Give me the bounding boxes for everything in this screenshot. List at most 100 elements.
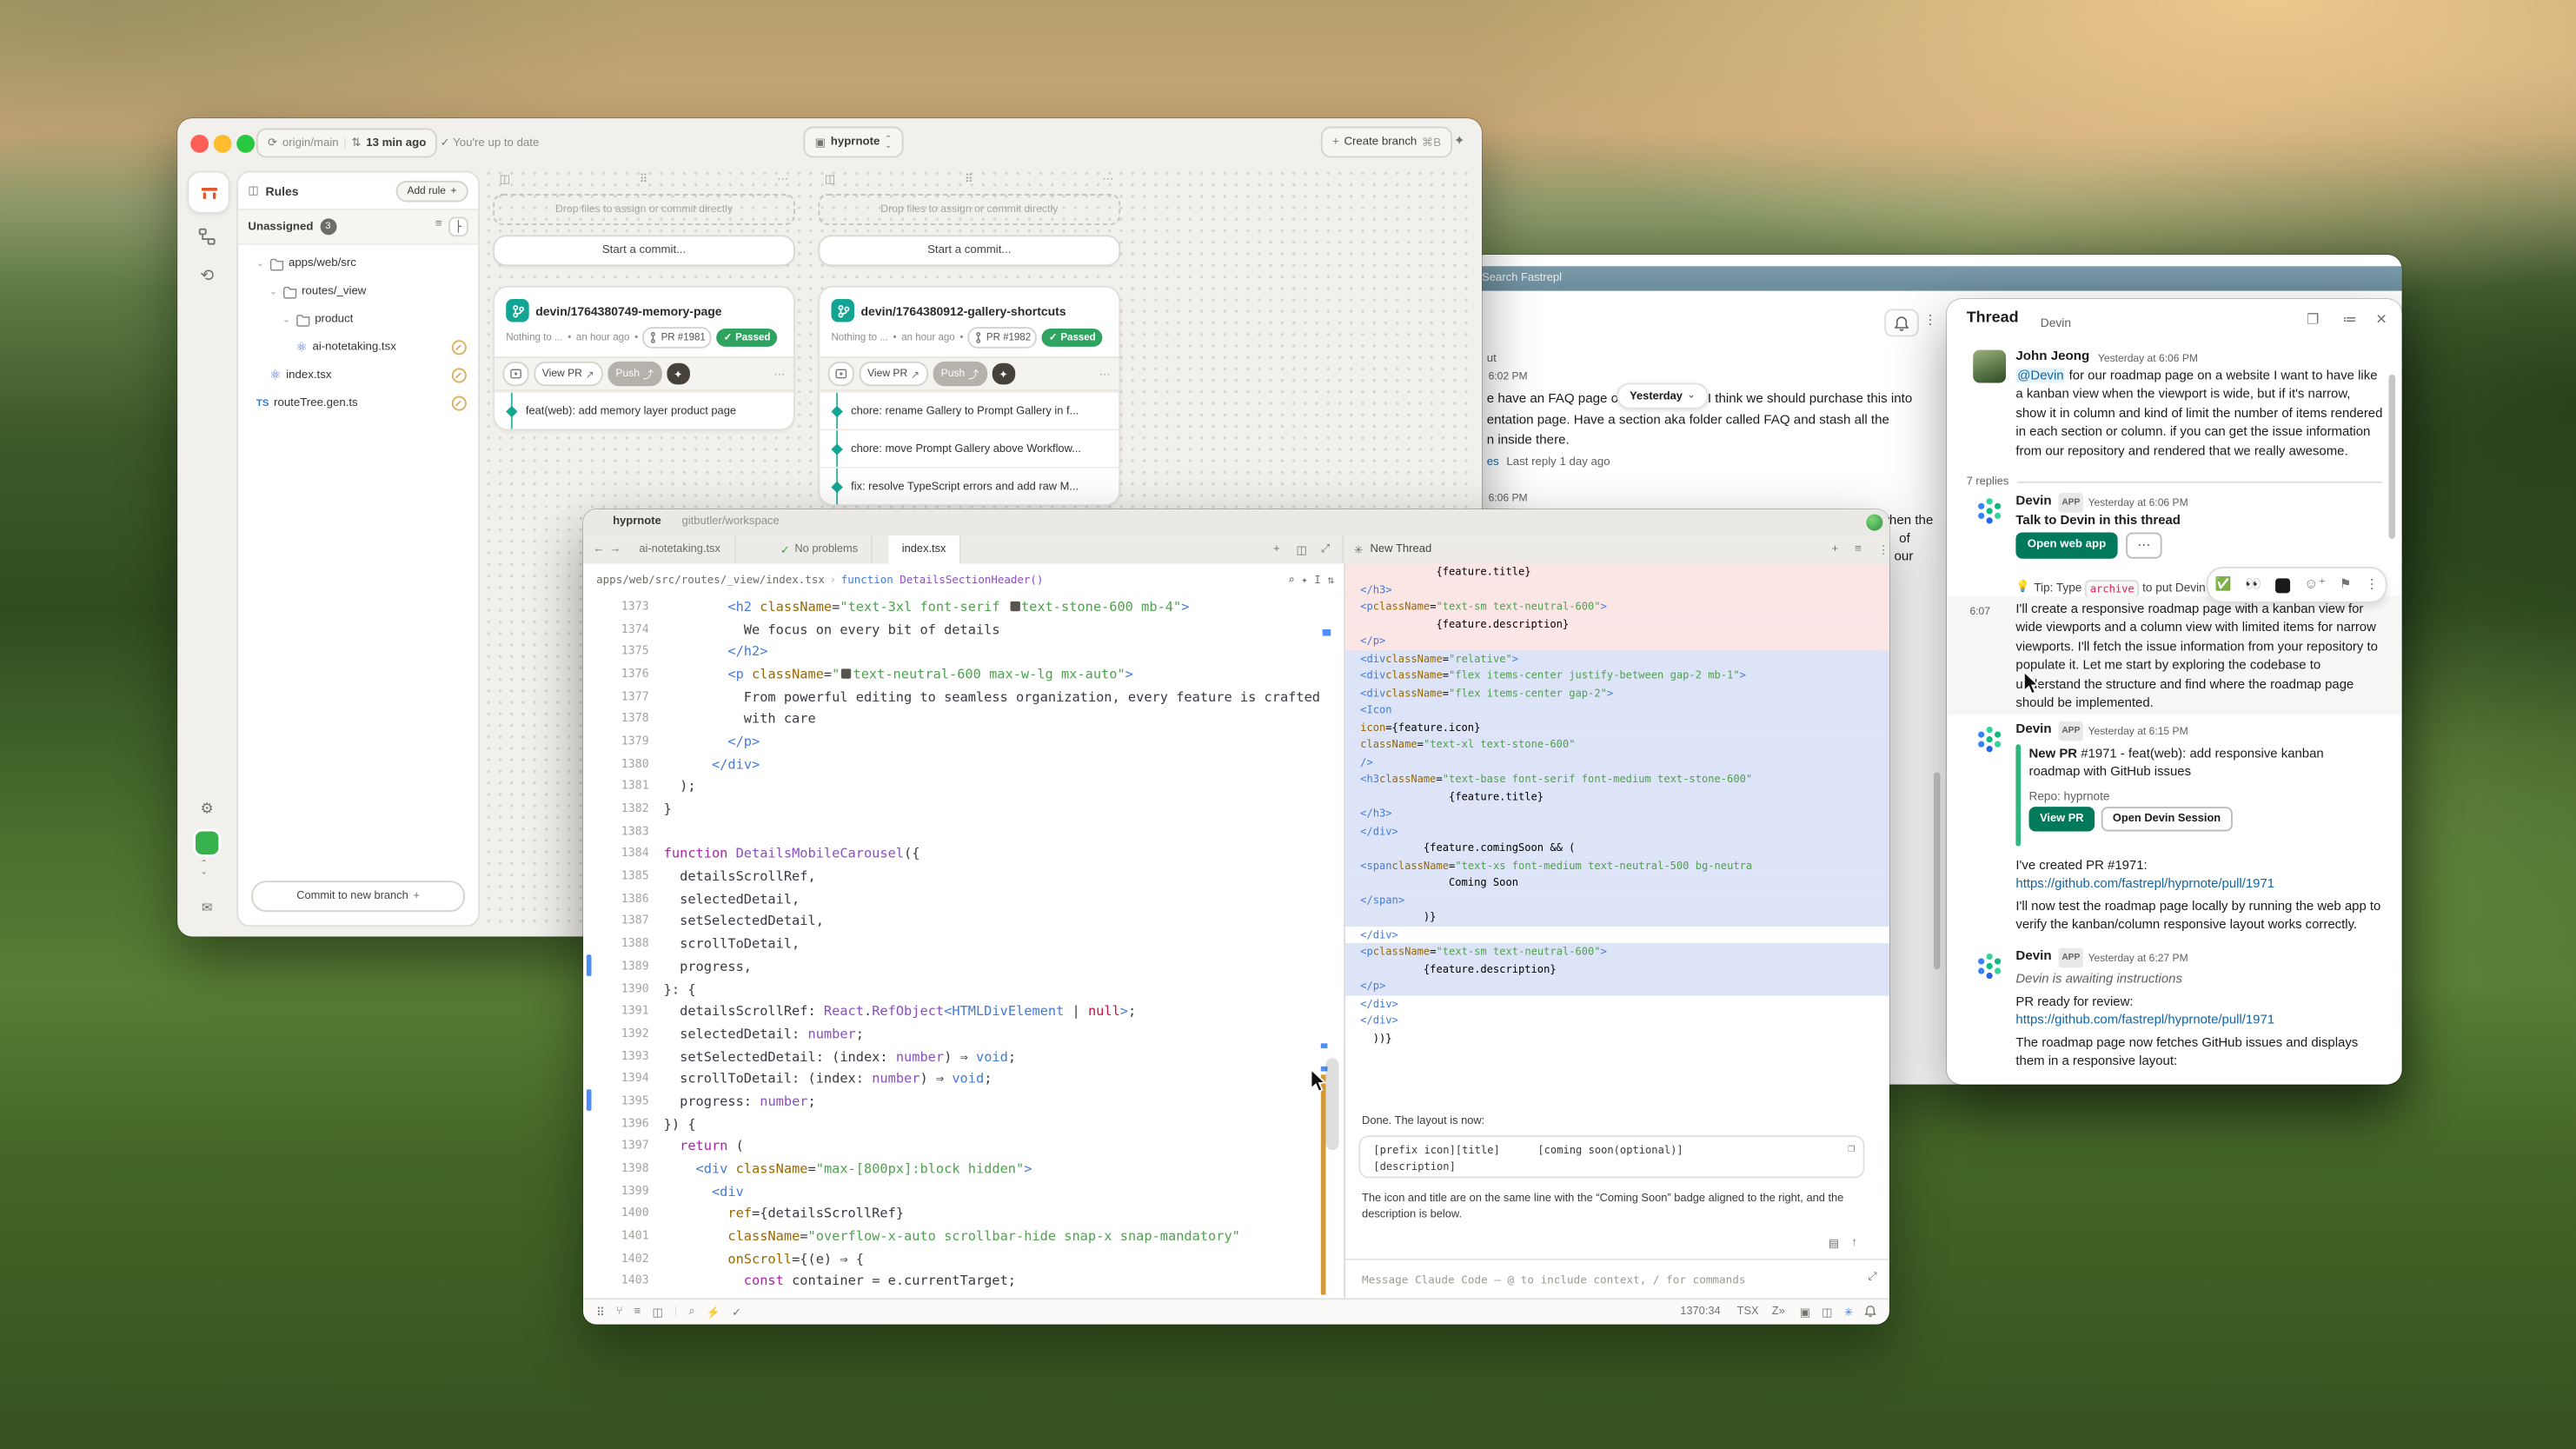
maximize-icon[interactable]: ⤢ [1321,544,1331,557]
diagnostics-check-icon[interactable]: ✓ [732,1306,741,1319]
tree-item-index-tsx[interactable]: ⚛index.tsx [238,362,478,389]
pr-badge[interactable]: PR #1982 [968,327,1038,349]
cursor-position[interactable]: 1370:34 [1680,1306,1720,1318]
collapse-rail-icon[interactable]: ⌃⌄ [201,861,208,876]
message-time[interactable]: Yesterday at 6:15 PM [2088,723,2188,742]
assistant-panel[interactable]: {feature.title} </h3> <p className="text… [1344,563,1889,1299]
card-menu-icon[interactable]: ⋯ [773,367,785,380]
card-menu-icon[interactable]: ⋯ [1099,367,1111,380]
scrollbar[interactable] [1934,772,1941,969]
message-author[interactable]: Devin [2015,947,2051,966]
bell-icon[interactable] [1884,309,1919,336]
new-tab-icon[interactable]: + [1273,544,1280,555]
view-pr-button[interactable]: View PR↗ [534,362,602,386]
ai-actions-button[interactable]: ✦ [667,363,689,385]
tree-item-ai-notetaking-tsx[interactable]: ⚛ai-notetaking.tsx [238,334,478,362]
code-line[interactable]: 1375 </h2> [583,640,1344,662]
ai-actions-button[interactable]: ✦ [992,363,1014,385]
ai-sparkle-icon[interactable]: ✦ [1454,133,1465,148]
code-line[interactable]: 1395 progress: number; [583,1090,1344,1113]
popout-icon[interactable]: ❐ [2307,310,2319,329]
code-line[interactable]: 1394 scrollToDetail: (index: number) ⇒ v… [583,1067,1344,1090]
code-line[interactable]: 1383 [583,820,1344,842]
add-rule-button[interactable]: Add rule+ [395,180,468,202]
scrollbar-thumb[interactable] [1325,1058,1338,1150]
code-line[interactable]: 1376 <p className="text-neutral-600 max-… [583,662,1344,685]
code-line[interactable]: 1377 From powerful editing to seamless o… [583,685,1344,708]
devin-avatar[interactable] [1973,723,2006,756]
tree-view-toggle[interactable]: ├ [448,217,468,237]
code-line[interactable]: 1398 <div className="max-[800px]:block h… [583,1157,1344,1180]
code-line[interactable]: 1392 selectedDetail: number; [583,1022,1344,1045]
back-icon[interactable]: ← [593,544,604,555]
branch-card[interactable]: devin/1764380749-memory-page Nothing to … [493,286,795,430]
code-line[interactable]: 1390}: { [583,977,1344,1000]
lightning-icon[interactable]: ⚡ [707,1306,720,1319]
review-button[interactable] [828,362,854,386]
tab-index-tsx[interactable]: index.tsx [889,535,961,563]
commit-to-new-branch-button[interactable]: Commit to new branch+ [251,881,465,912]
commit-row[interactable]: feat(web): add memory layer product page [495,391,793,429]
code-line[interactable]: 1387 setSelectedDetail, [583,910,1344,933]
code-line[interactable]: 1400 ref={detailsScrollRef} [583,1202,1344,1225]
ci-status-badge[interactable]: ✓Passed [1042,329,1102,347]
pr-link[interactable]: https://github.com/fastrepl/hyprnote/pul… [2015,1011,2274,1030]
list-view-toggle[interactable]: ≡ [430,217,447,237]
zeta-icon[interactable]: Z» [1772,1306,1785,1318]
settings-rail-button[interactable]: ⚙ [187,788,226,828]
split-icon[interactable]: ◫ [1296,544,1307,557]
collab-avatar[interactable] [1866,515,1882,531]
tree-item-routes-view[interactable]: ⌄routes/_view [238,277,478,305]
devin-avatar[interactable] [1973,950,2006,983]
open-web-app-button[interactable]: Open web app [2015,532,2117,558]
code-line[interactable]: 1384function DetailsMobileCarousel({ [583,842,1344,865]
code-line[interactable]: 1402 onScroll={(e) ⇒ { [583,1247,1344,1270]
eyes-reaction-icon[interactable]: 👀 [2245,575,2261,595]
slack-search-text[interactable]: Search Fastrepl [1482,272,1562,283]
project-name[interactable]: hyprnote [613,516,661,528]
search-icon[interactable]: ⌕ [688,1306,694,1319]
drop-zone[interactable]: Drop files to assign or commit directly [493,194,795,225]
check-reaction-icon[interactable]: ✅ [2215,575,2232,595]
project-panel-icon[interactable]: ⠿ [596,1306,604,1319]
ai-icon[interactable]: ✳ [1843,1306,1853,1319]
outline-panel-icon[interactable]: ≡ [634,1306,641,1318]
feedback-rail-button[interactable]: ✉ [187,887,226,927]
markdown-icon[interactable]: ▤ [1829,1237,1840,1250]
copy-icon[interactable]: ❐ [1848,1142,1855,1158]
code-line[interactable]: 1385 detailsScrollRef, [583,865,1344,887]
commit-row[interactable]: chore: rename Gallery to Prompt Gallery … [820,391,1119,429]
history-rail-button[interactable]: ⟲ [187,256,226,296]
start-commit-button[interactable]: Start a commit... [493,235,795,266]
graph-rail-button[interactable] [187,217,226,256]
code-line[interactable]: 1391 detailsScrollRef: React.RefObject<H… [583,1000,1344,1022]
code-line[interactable]: 1399 <div [583,1180,1344,1202]
expand-input-icon[interactable]: ⤢ [1868,1272,1877,1285]
forward-icon[interactable]: → [609,544,621,555]
tree-item-product[interactable]: ⌄product [238,306,478,334]
branch-name[interactable]: gitbutler/workspace [681,516,779,528]
more-actions-button[interactable]: ⋯ [2126,532,2162,558]
code-line[interactable]: 1381 ); [583,774,1344,797]
code-line[interactable]: 1397 return ( [583,1134,1344,1157]
code-line[interactable]: 1374 We focus on every bit of details [583,617,1344,640]
lane-menu-icon[interactable]: ⋯ [1102,172,1113,185]
bell-icon[interactable] [1864,1305,1876,1319]
code-editor[interactable]: 1373 <h2 className="text-3xl font-serif … [583,595,1344,1299]
drop-zone[interactable]: Drop files to assign or commit directly [818,194,1120,225]
thread-replies-link[interactable]: es [1487,457,1499,469]
message-time[interactable]: Yesterday at 6:27 PM [2088,950,2188,969]
code-line[interactable]: 1401 className="overflow-x-auto scrollba… [583,1225,1344,1247]
scrollbar[interactable] [2388,375,2395,539]
selection-icon[interactable]: I [1314,573,1321,586]
workspace-rail-button[interactable] [187,171,229,214]
message-author[interactable]: John Jeong [2015,347,2089,366]
avatar[interactable] [1973,350,2006,383]
code-line[interactable]: 1393 setSelectedDetail: (index: number) … [583,1045,1344,1067]
code-line[interactable]: 1382} [583,797,1344,820]
user-avatar[interactable] [196,831,218,854]
code-line[interactable]: 1396}) { [583,1112,1344,1134]
collab-panel-icon[interactable]: ◫ [653,1306,663,1319]
review-button[interactable] [502,362,528,386]
thread-prefs-icon[interactable]: ≔ [2343,310,2357,329]
